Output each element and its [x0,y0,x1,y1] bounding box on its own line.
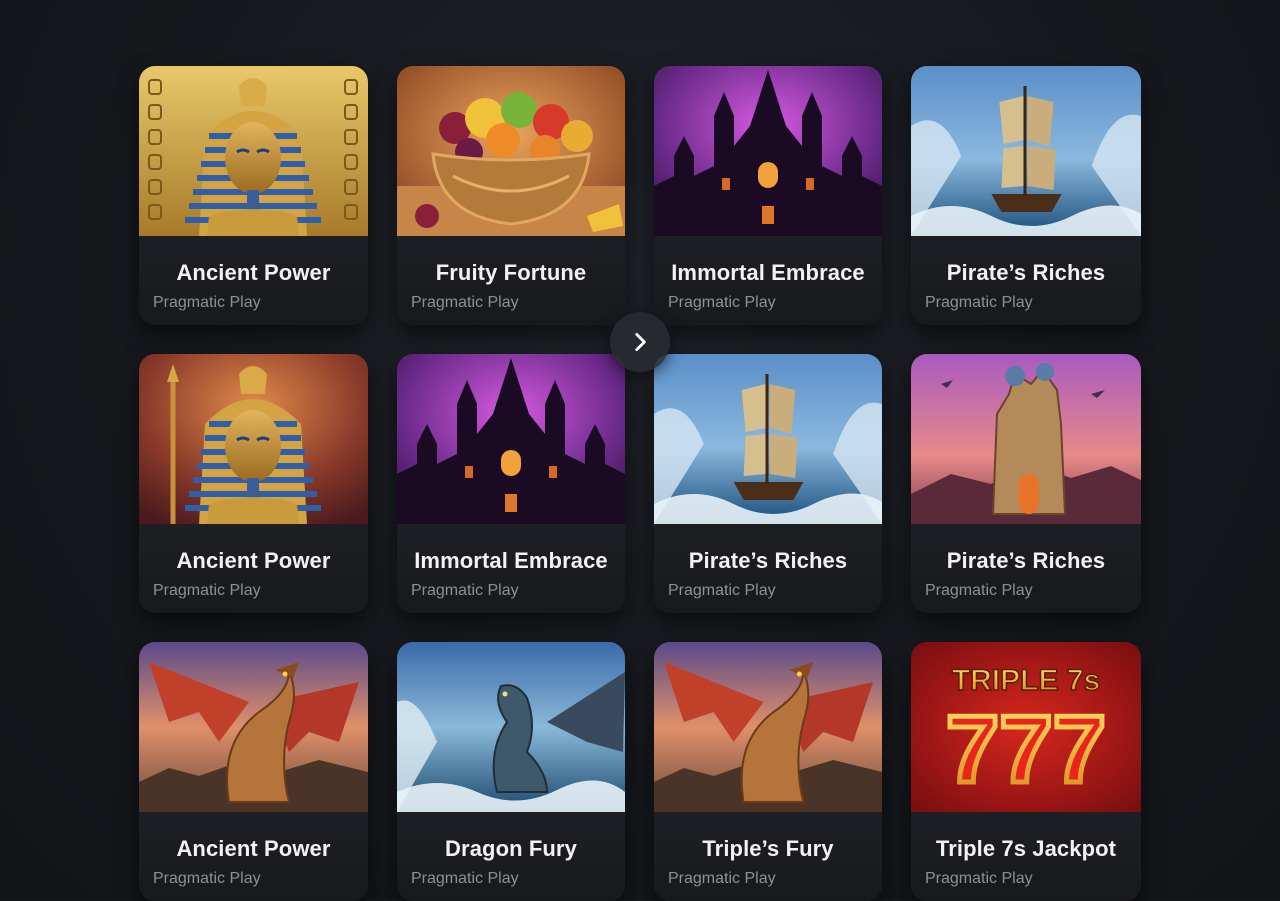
game-provider: Pragmatic Play [153,582,261,599]
game-card[interactable]: Fruity Fortune Pragmatic Play [397,66,625,325]
game-info: Pirate’s Riches Pragmatic Play [654,524,882,613]
game-info: Ancient Power Pragmatic Play [139,524,368,613]
game-info: Triple 7s Jackpot Pragmatic Play [911,812,1141,901]
game-title: Triple’s Fury [702,836,834,861]
game-thumbnail [139,642,368,812]
game-title: Immortal Embrace [414,548,608,573]
game-thumbnail [911,354,1141,524]
game-thumbnail [397,642,625,812]
game-thumbnail [654,354,882,524]
game-title: Ancient Power [176,548,331,573]
game-title: Immortal Embrace [671,260,865,285]
game-thumbnail [654,642,882,812]
game-info: Pirate’s Riches Pragmatic Play [911,236,1141,325]
game-card[interactable]: TRIPLE 7s 777 Triple 7s Jackpot Pragmatic P… [911,642,1141,901]
game-title: Pirate’s Riches [688,548,848,573]
game-provider: Pragmatic Play [411,870,519,887]
game-card[interactable]: Pirate’s Riches Pragmatic Play [911,66,1141,325]
game-card[interactable]: Ancient Power Pragmatic Play [139,642,368,901]
game-card[interactable]: Ancient Power Pragmatic Play [139,66,368,325]
next-page-button[interactable] [610,312,670,372]
triple-sevens-logo-top: TRIPLE 7s [952,664,1100,697]
game-title: Pirate’s Riches [946,260,1106,285]
game-info: Immortal Embrace Pragmatic Play [397,524,625,613]
game-provider: Pragmatic Play [925,582,1033,599]
game-provider: Pragmatic Play [411,582,519,599]
game-provider: Pragmatic Play [668,870,776,887]
game-thumbnail [397,66,625,236]
game-title: Fruity Fortune [435,260,587,285]
game-info: Immortal Embrace Pragmatic Play [654,236,882,325]
game-title: Ancient Power [176,260,331,285]
game-title: Ancient Power [176,836,331,861]
game-provider: Pragmatic Play [411,294,519,311]
triple-sevens-logo-main: 777 [946,696,1106,803]
game-card[interactable]: Pirate’s Riches Pragmatic Play [654,354,882,613]
game-title: Dragon Fury [445,836,577,861]
game-thumbnail [654,66,882,236]
game-info: Pirate’s Riches Pragmatic Play [911,524,1141,613]
game-thumbnail [911,66,1141,236]
game-thumbnail [139,66,368,236]
chevron-right-icon [635,333,646,351]
game-info: Ancient Power Pragmatic Play [139,236,368,325]
game-provider: Pragmatic Play [668,294,776,311]
game-provider: Pragmatic Play [925,870,1033,887]
game-card[interactable]: Pirate’s Riches Pragmatic Play [911,354,1141,613]
game-info: Triple’s Fury Pragmatic Play [654,812,882,901]
game-info: Fruity Fortune Pragmatic Play [397,236,625,325]
game-card[interactable]: Dragon Fury Pragmatic Play [397,642,625,901]
game-thumbnail: TRIPLE 7s 777 [911,642,1141,812]
game-card[interactable]: Immortal Embrace Pragmatic Play [654,66,882,325]
game-info: Dragon Fury Pragmatic Play [397,812,625,901]
game-title: Triple 7s Jackpot [935,836,1117,861]
game-provider: Pragmatic Play [925,294,1033,311]
game-grid: Ancient Power Pragmatic Play Fruity Fortun… [139,66,1141,901]
game-card[interactable]: Triple’s Fury Pragmatic Play [654,642,882,901]
game-thumbnail [139,354,368,524]
game-info: Ancient Power Pragmatic Play [139,812,368,901]
game-provider: Pragmatic Play [668,582,776,599]
game-thumbnail [397,354,625,524]
game-title: Pirate’s Riches [946,548,1106,573]
game-card[interactable]: Ancient Power Pragmatic Play [139,354,368,613]
game-provider: Pragmatic Play [153,294,261,311]
game-provider: Pragmatic Play [153,870,261,887]
game-card[interactable]: Immortal Embrace Pragmatic Play [397,354,625,613]
